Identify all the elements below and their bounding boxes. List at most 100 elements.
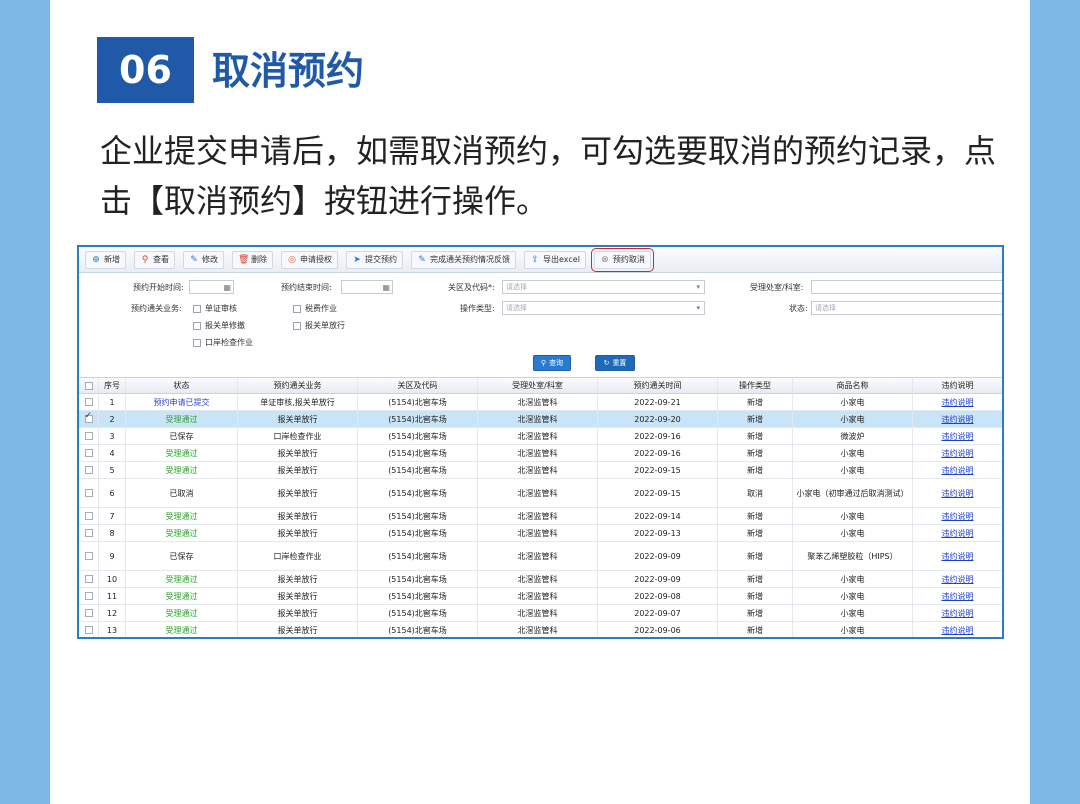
checkbox-declaration-release[interactable]: 报关单放行 xyxy=(293,320,345,331)
toolbar-button-0[interactable]: ⊕ 新增 xyxy=(85,250,126,269)
cell-vio[interactable]: 违约说明 xyxy=(913,428,1002,444)
toolbar-button-label: 新增 xyxy=(104,255,120,264)
row-checkbox[interactable] xyxy=(79,571,99,587)
toolbar-button-3[interactable]: 🗑 删除 xyxy=(232,250,273,269)
cell-op: 新增 xyxy=(718,571,793,587)
cell-status: 已保存 xyxy=(126,428,238,444)
feedback-icon: ✎ xyxy=(418,254,426,265)
table-row[interactable]: 8 受理通过 报关单放行 (5154)北窖车场 北滘监管科 2022-09-13 新增 小家电… xyxy=(79,525,1002,542)
cell-vio[interactable]: 违约说明 xyxy=(913,571,1002,587)
row-checkbox[interactable] xyxy=(79,588,99,604)
cell-vio[interactable]: 违约说明 xyxy=(913,605,1002,621)
cell-office: 北滘监管科 xyxy=(478,462,598,478)
cell-vio[interactable]: 违约说明 xyxy=(913,394,1002,410)
cell-vio[interactable]: 违约说明 xyxy=(913,588,1002,604)
table-row[interactable]: 12 受理通过 报关单放行 (5154)北窖车场 北滘监管科 2022-09-07 新增 小家… xyxy=(79,605,1002,622)
toolbar-button-8[interactable]: ⊗ 预约取消 xyxy=(590,247,654,272)
row-checkbox[interactable] xyxy=(79,445,99,461)
column-header[interactable]: 预约通关时间 xyxy=(598,378,718,393)
row-checkbox[interactable] xyxy=(79,479,99,507)
checkbox-port-inspection[interactable]: 口岸检查作业 xyxy=(193,337,253,348)
toolbar-button-7[interactable]: ⇪ 导出excel xyxy=(524,250,586,269)
checkbox-doc-review[interactable]: 单证审核 xyxy=(193,303,237,314)
cell-time: 2022-09-13 xyxy=(598,525,718,541)
cell-vio[interactable]: 违约说明 xyxy=(913,508,1002,524)
row-checkbox[interactable] xyxy=(79,542,99,570)
cell-office: 北滘监管科 xyxy=(478,479,598,507)
cell-vio[interactable]: 违约说明 xyxy=(913,462,1002,478)
row-checkbox[interactable] xyxy=(79,622,99,637)
cell-status: 受理通过 xyxy=(126,571,238,587)
toolbar-button-1[interactable]: ⚲ 查看 xyxy=(134,250,175,269)
cell-vio[interactable]: 违约说明 xyxy=(913,445,1002,461)
end-time-input[interactable]: ▦ xyxy=(341,280,393,294)
cell-customs: (5154)北窖车场 xyxy=(358,479,478,507)
column-header[interactable]: 商品名称 xyxy=(793,378,913,393)
customs-select[interactable]: 请选择 ▾ xyxy=(502,280,705,294)
start-time-input[interactable]: ▦ xyxy=(189,280,234,294)
op-type-select[interactable]: 请选择 ▾ xyxy=(502,301,705,315)
reset-button[interactable]: ↻ 重置 xyxy=(595,355,635,371)
table-row[interactable]: 2受理通过报关单放行(5154)北窖车场北滘监管科2022-09-20新增小家电… xyxy=(79,411,1002,428)
cell-customs: (5154)北窖车场 xyxy=(358,542,478,570)
calendar-icon[interactable]: ▦ xyxy=(382,282,390,294)
cell-customs: (5154)北窖车场 xyxy=(358,605,478,621)
toolbar-button-label: 完成通关预约情况反馈 xyxy=(430,255,510,264)
checkbox-tax[interactable]: 税费作业 xyxy=(293,303,337,314)
row-checkbox[interactable] xyxy=(79,605,99,621)
table-row[interactable]: 4 受理通过 报关单放行 (5154)北窖车场 北滘监管科 2022-09-16 新增 小家电… xyxy=(79,445,1002,462)
table-row[interactable]: 10 受理通过 报关单放行 (5154)北窖车场 北滘监管科 2022-09-09 新增 小家… xyxy=(79,571,1002,588)
table-row[interactable]: 3 已保存 口岸检查作业 (5154)北窖车场 北滘监管科 2022-09-16 新增 微波炉… xyxy=(79,428,1002,445)
column-header[interactable]: 违约说明 xyxy=(913,378,1002,393)
cell-time: 2022-09-16 xyxy=(598,445,718,461)
calendar-icon[interactable]: ▦ xyxy=(223,282,231,294)
row-checkbox[interactable] xyxy=(79,394,99,410)
column-header[interactable]: 操作类型 xyxy=(718,378,793,393)
table-row[interactable]: 11 受理通过 报关单放行 (5154)北窖车场 北滘监管科 2022-09-08 新增 小家… xyxy=(79,588,1002,605)
table-row[interactable]: 5 受理通过 报关单放行 (5154)北窖车场 北滘监管科 2022-09-15 新增 小家电… xyxy=(79,462,1002,479)
cell-vio[interactable]: 违约说明 xyxy=(913,525,1002,541)
cell-seq: 5 xyxy=(99,462,126,478)
cancel-icon: ⊗ xyxy=(601,254,609,265)
table-row[interactable]: 9 已保存 口岸检查作业 (5154)北窖车场 北滘监管科 2022-09-09 新增 聚苯乙… xyxy=(79,542,1002,571)
column-header[interactable]: 关区及代码 xyxy=(358,378,478,393)
cell-seq: 2 xyxy=(99,411,126,427)
cell-customs: (5154)北窖车场 xyxy=(358,394,478,410)
cell-vio[interactable]: 违约说明 xyxy=(913,622,1002,637)
cell-vio[interactable]: 违约说明 xyxy=(913,479,1002,507)
toolbar-button-2[interactable]: ✎ 修改 xyxy=(183,250,224,269)
table-row[interactable]: 13 受理通过 报关单放行 (5154)北窖车场 北滘监管科 2022-09-06 新增 小家… xyxy=(79,622,1002,637)
cell-vio[interactable]: 违约说明 xyxy=(913,411,1002,427)
toolbar-button-6[interactable]: ✎ 完成通关预约情况反馈 xyxy=(411,250,516,269)
column-header[interactable]: 序号 xyxy=(99,378,126,393)
toolbar-button-4[interactable]: ◎ 申请授权 xyxy=(281,250,338,269)
search-icon: ⚲ xyxy=(141,254,149,265)
status-select[interactable]: 请选择 xyxy=(811,301,1002,315)
search-icon: ⚲ xyxy=(540,359,547,367)
cell-customs: (5154)北窖车场 xyxy=(358,445,478,461)
column-header[interactable]: 状态 xyxy=(126,378,238,393)
table-row[interactable]: 7 受理通过 报关单放行 (5154)北窖车场 北滘监管科 2022-09-14 新增 小家电… xyxy=(79,508,1002,525)
cell-time: 2022-09-09 xyxy=(598,571,718,587)
table-row[interactable]: 1 预约申请已提交 单证审核,报关单放行 (5154)北窖车场 北滘监管科 2022-09… xyxy=(79,394,1002,411)
cell-op: 新增 xyxy=(718,525,793,541)
toolbar: ⊕ 新增 ⚲ 查看 ✎ 修改 🗑 删除 ◎ 申请授权 ➤ 提交预约 ✎ 完成通关预约情况反馈 ⇪ 导出exce… xyxy=(79,247,1002,273)
table-row[interactable]: 6 已取消 报关单放行 (5154)北窖车场 北滘监管科 2022-09-15 取消 小家电（… xyxy=(79,479,1002,508)
column-header[interactable]: 受理处室/科室 xyxy=(478,378,598,393)
row-checkbox[interactable] xyxy=(79,411,99,427)
cell-biz: 报关单放行 xyxy=(238,605,358,621)
cell-status: 受理通过 xyxy=(126,508,238,524)
query-button[interactable]: ⚲ 查询 xyxy=(533,355,571,371)
toolbar-button-5[interactable]: ➤ 提交预约 xyxy=(346,250,403,269)
row-checkbox[interactable] xyxy=(79,508,99,524)
select-all-checkbox[interactable] xyxy=(79,378,99,393)
cell-seq: 1 xyxy=(99,394,126,410)
office-input[interactable] xyxy=(811,280,1002,294)
cell-goods: 小家电 xyxy=(793,394,913,410)
column-header[interactable]: 预约通关业务 xyxy=(238,378,358,393)
cell-vio[interactable]: 违约说明 xyxy=(913,542,1002,570)
row-checkbox[interactable] xyxy=(79,462,99,478)
row-checkbox[interactable] xyxy=(79,525,99,541)
row-checkbox[interactable] xyxy=(79,428,99,444)
checkbox-declaration-modify[interactable]: 报关单修撤 xyxy=(193,320,245,331)
